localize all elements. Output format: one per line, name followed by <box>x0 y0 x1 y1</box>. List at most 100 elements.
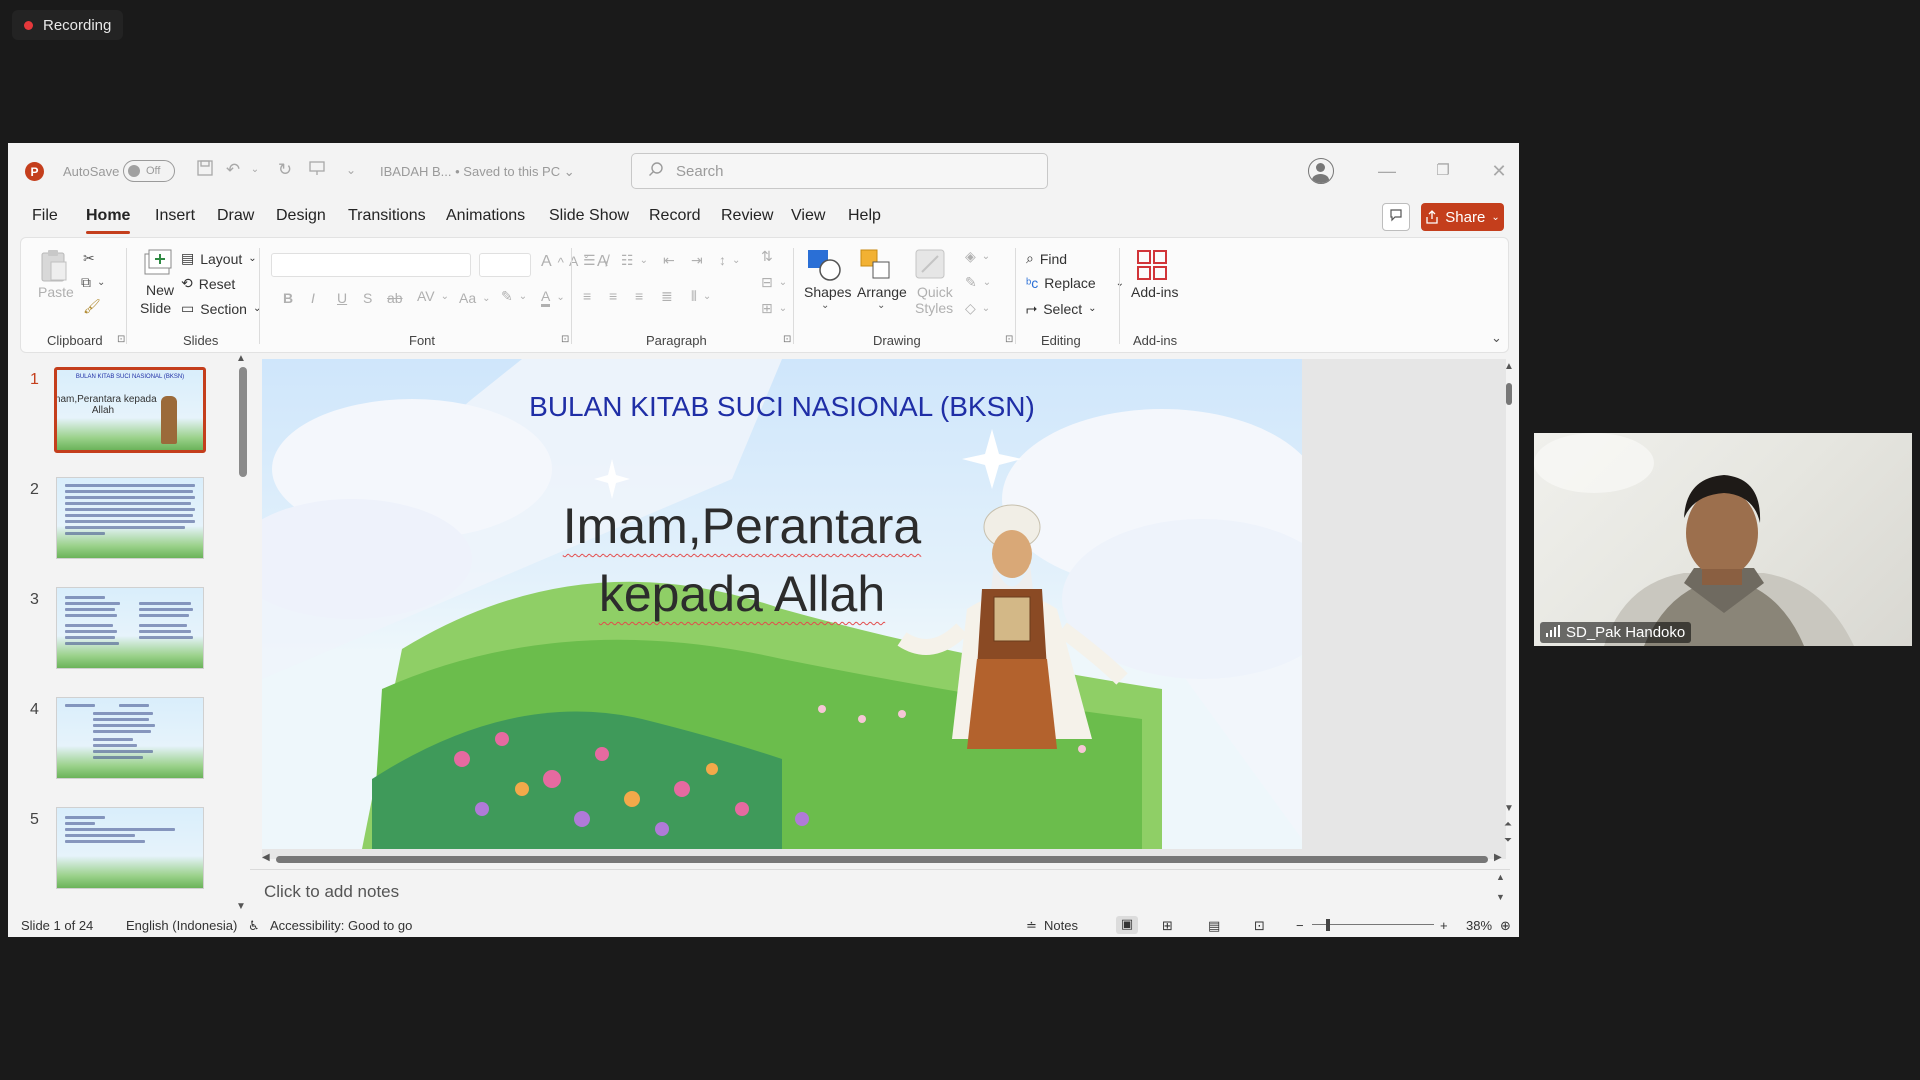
character-spacing-icon[interactable]: AV ⌄ <box>417 288 449 304</box>
numbering-icon[interactable]: ☷ ⌄ <box>621 252 648 269</box>
notes-scroll-up-icon[interactable]: ▲ <box>1496 872 1505 882</box>
add-ins-label[interactable]: Add-ins <box>1131 284 1178 300</box>
shapes-label[interactable]: Shapes <box>804 284 851 300</box>
zoom-level[interactable]: 38% <box>1466 918 1492 933</box>
bold-icon[interactable]: B <box>283 290 293 306</box>
save-icon[interactable] <box>194 159 216 181</box>
find-button[interactable]: ⌕ Find <box>1026 250 1067 267</box>
slide-thumbnail-1[interactable]: BULAN KITAB SUCI NASIONAL (BKSN) Imam,Pe… <box>54 367 206 453</box>
shape-fill-icon[interactable]: ◈ ⌄ <box>965 248 990 265</box>
shape-effects-icon[interactable]: ◇ ⌄ <box>965 300 990 317</box>
tab-transitions[interactable]: Transitions <box>348 207 426 225</box>
slide-thumbnail-2[interactable] <box>56 477 204 559</box>
slide-subtitle-line-2[interactable]: kepada Allah <box>262 565 1222 623</box>
undo-icon[interactable]: ↶ <box>222 159 244 181</box>
align-center-icon[interactable]: ≡ <box>609 288 617 304</box>
scroll-up-icon[interactable]: ▲ <box>1504 361 1514 372</box>
slide-title[interactable]: BULAN KITAB SUCI NASIONAL (BKSN) <box>262 391 1302 423</box>
select-button[interactable]: ⮣ Select ⌄ <box>1026 300 1097 317</box>
strikethrough-icon[interactable]: ab <box>387 290 403 306</box>
add-ins-icon[interactable] <box>1135 248 1169 287</box>
zoom-in-icon[interactable]: + <box>1440 918 1448 933</box>
shapes-icon[interactable] <box>806 248 844 287</box>
zoom-slider-thumb[interactable] <box>1326 919 1330 931</box>
drawing-launcher-icon[interactable]: ⊡ <box>1005 334 1013 345</box>
copy-icon[interactable]: ⧉ ⌄ <box>81 274 105 291</box>
shapes-dropdown-icon[interactable]: ⌄ <box>821 300 829 311</box>
redo-icon[interactable]: ↻ <box>274 159 296 181</box>
notes-placeholder[interactable]: Click to add notes <box>264 882 399 902</box>
align-text-icon[interactable]: ⊟ ⌄ <box>761 274 787 291</box>
tab-insert[interactable]: Insert <box>155 207 195 225</box>
scroll-down-icon[interactable]: ▼ <box>236 901 246 912</box>
tab-help[interactable]: Help <box>848 207 881 225</box>
quick-styles-label[interactable]: Quick <box>917 284 953 300</box>
tab-record[interactable]: Record <box>649 207 701 225</box>
align-right-icon[interactable]: ≡ <box>635 288 643 304</box>
notes-pane[interactable]: Click to add notes ▲ ▼ <box>250 869 1510 913</box>
text-direction-icon[interactable]: ⇅ <box>761 248 773 265</box>
quick-styles-icon[interactable] <box>914 248 948 287</box>
tab-file[interactable]: File <box>32 207 58 225</box>
present-icon[interactable] <box>306 159 328 181</box>
autosave-toggle[interactable]: Off <box>123 160 175 182</box>
scroll-thumb[interactable] <box>1506 383 1512 405</box>
increase-font-icon[interactable]: A ^ <box>541 253 564 271</box>
justify-icon[interactable]: ≣ <box>661 288 673 305</box>
scroll-left-icon[interactable]: ◀ <box>262 852 270 863</box>
participant-video[interactable]: SD_Pak Handoko <box>1534 433 1912 646</box>
format-painter-icon[interactable]: 🖌 <box>83 298 101 315</box>
arrange-dropdown-icon[interactable]: ⌄ <box>877 300 885 311</box>
slide-sorter-icon[interactable]: ⊞ <box>1162 918 1173 934</box>
normal-view-icon[interactable]: ▣ <box>1116 916 1138 934</box>
font-name-dropdown[interactable] <box>271 253 471 277</box>
replace-button[interactable]: ᵇcReplace⌄ <box>1026 275 1124 291</box>
slide-thumbnail-4[interactable] <box>56 697 204 779</box>
bullets-icon[interactable]: ☰ ⌄ <box>583 252 610 269</box>
change-case-icon[interactable]: Aa ⌄ <box>459 290 491 306</box>
fit-to-window-icon[interactable]: ⊕ <box>1500 918 1511 934</box>
tab-review[interactable]: Review <box>721 207 773 225</box>
canvas-vertical-scrollbar[interactable]: ▲ ▼ ⏶ ⏷ <box>1502 359 1516 859</box>
shadow-icon[interactable]: S <box>363 290 372 306</box>
canvas-horizontal-scrollbar[interactable]: ◀ ▶ <box>262 852 1506 868</box>
new-slide-icon[interactable] <box>141 248 175 283</box>
line-spacing-icon[interactable]: ↕ ⌄ <box>719 252 740 268</box>
tab-design[interactable]: Design <box>276 207 326 225</box>
underline-icon[interactable]: U <box>337 290 347 306</box>
document-title[interactable]: IBADAH B... • Saved to this PC ⌄ <box>380 164 575 180</box>
accessibility-icon[interactable]: ♿︎ <box>248 918 260 934</box>
restore-icon[interactable]: ❐ <box>1432 160 1454 182</box>
font-color-icon[interactable]: A ⌄ <box>541 288 565 307</box>
quick-styles-label-2[interactable]: Styles <box>915 300 953 316</box>
columns-icon[interactable]: ⫴ ⌄ <box>691 288 711 305</box>
paste-icon[interactable] <box>39 248 69 289</box>
increase-indent-icon[interactable]: ⇥ <box>691 252 703 269</box>
slide-thumbnail-3[interactable] <box>56 587 204 669</box>
slideshow-view-icon[interactable]: ⊡ <box>1254 918 1265 934</box>
slide-subtitle-line-1[interactable]: Imam,Perantara <box>262 497 1222 555</box>
tab-home[interactable]: Home <box>86 207 131 234</box>
tab-animations[interactable]: Animations <box>446 207 525 225</box>
zoom-slider[interactable] <box>1312 924 1434 925</box>
slide-1[interactable]: BULAN KITAB SUCI NASIONAL (BKSN) Imam,Pe… <box>262 359 1302 849</box>
scroll-down-icon[interactable]: ▼ <box>1504 803 1514 814</box>
customize-toolbar-icon[interactable]: ⌄ <box>340 159 362 181</box>
notes-icon[interactable]: ≐ <box>1026 918 1037 934</box>
undo-dropdown-icon[interactable]: ⌄ <box>244 159 266 181</box>
comments-button[interactable] <box>1382 203 1410 231</box>
scroll-up-icon[interactable]: ▲ <box>236 353 246 364</box>
align-left-icon[interactable]: ≡ <box>583 288 591 304</box>
zoom-out-icon[interactable]: − <box>1296 918 1304 933</box>
paragraph-launcher-icon[interactable]: ⊡ <box>783 334 791 345</box>
tab-view[interactable]: View <box>791 207 825 225</box>
font-size-dropdown[interactable] <box>479 253 531 277</box>
language-indicator[interactable]: English (Indonesia) <box>126 918 237 933</box>
highlight-icon[interactable]: ✎ ⌄ <box>501 288 527 305</box>
new-slide-label[interactable]: New <box>146 282 174 298</box>
ribbon-collapse-icon[interactable]: ⌄ <box>1491 330 1502 346</box>
reading-view-icon[interactable]: ▤ <box>1208 918 1220 934</box>
search-box[interactable]: Search <box>631 153 1048 189</box>
next-slide-icon[interactable]: ⏷ <box>1504 835 1512 846</box>
notes-scroll-down-icon[interactable]: ▼ <box>1496 892 1505 902</box>
